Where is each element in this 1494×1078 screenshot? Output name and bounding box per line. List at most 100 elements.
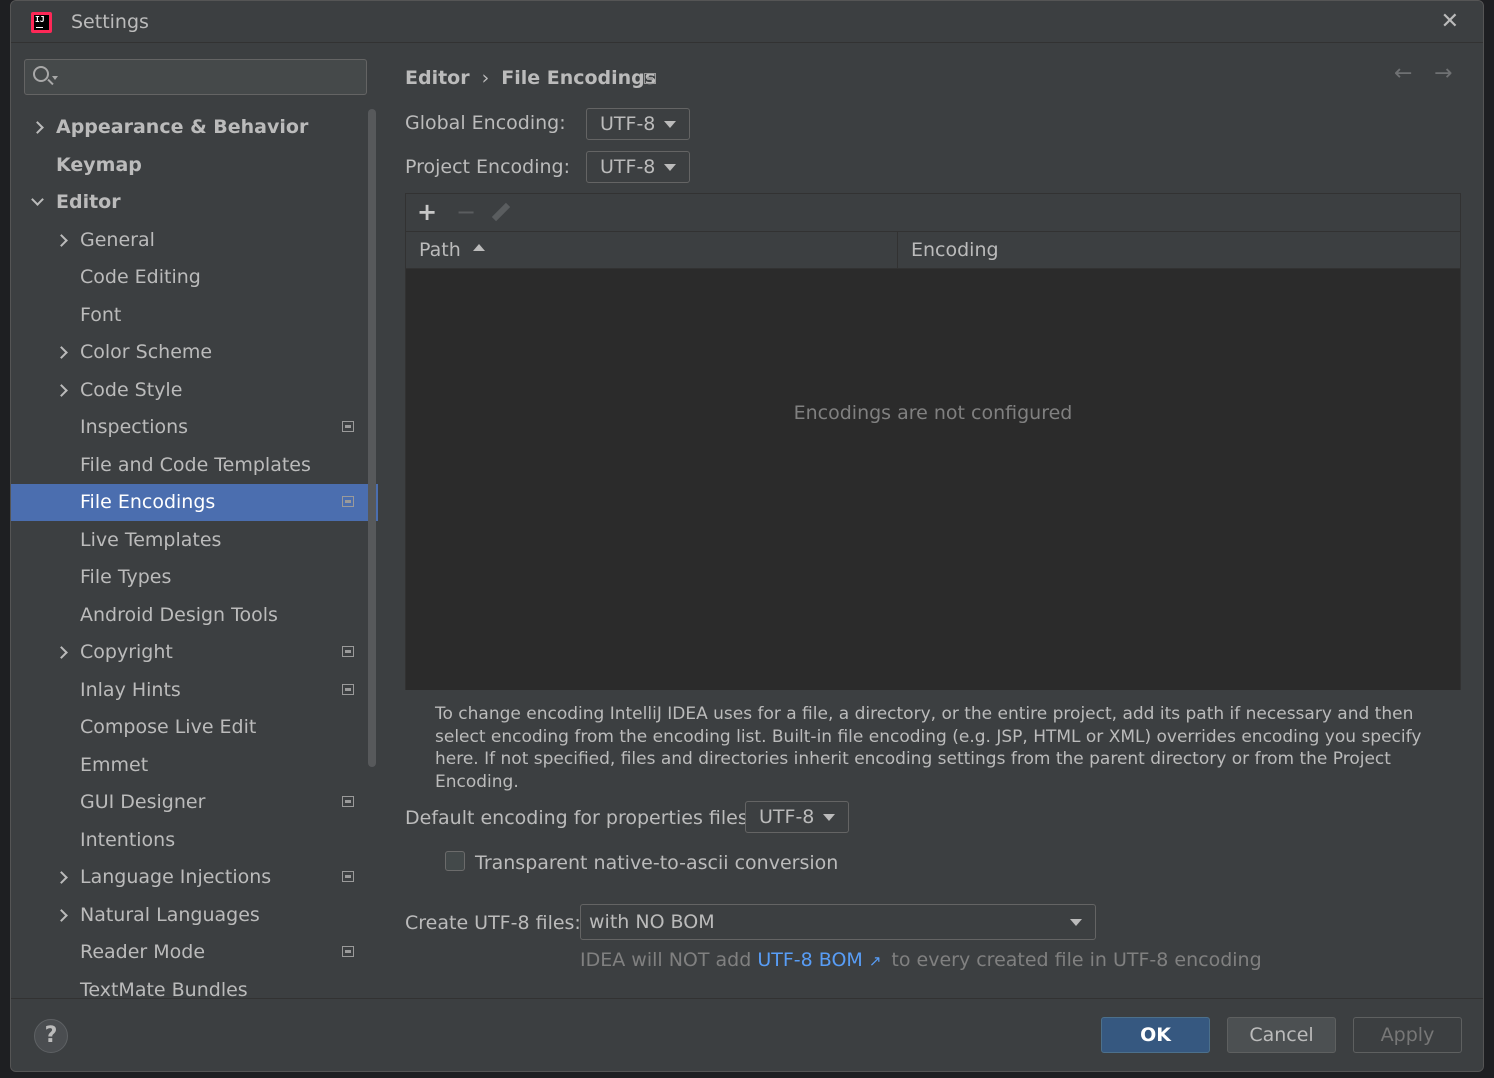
breadcrumb-current: File Encodings	[501, 67, 657, 89]
project-scope-icon	[342, 646, 354, 657]
sidebar-item-code-editing[interactable]: Code Editing	[11, 259, 378, 296]
sidebar-item-keymap[interactable]: Keymap	[11, 147, 378, 184]
chevron-down-icon	[1070, 919, 1082, 926]
table-header: Path Encoding	[406, 232, 1460, 269]
native-to-ascii-checkbox[interactable]	[445, 851, 465, 871]
sidebar-scrollbar-thumb[interactable]	[368, 109, 376, 767]
sidebar-item-label: General	[80, 228, 155, 251]
sidebar-item-general[interactable]: General	[11, 222, 378, 259]
project-encoding-label: Project Encoding:	[405, 156, 571, 178]
sidebar-item-label: GUI Designer	[80, 791, 206, 813]
sidebar-item-live-templates[interactable]: Live Templates	[11, 522, 378, 559]
remove-icon[interactable]: −	[452, 198, 480, 226]
sidebar-item-language-injections[interactable]: Language Injections	[11, 859, 378, 896]
chevron-right-icon[interactable]	[55, 383, 68, 397]
global-encoding-label: Global Encoding:	[405, 112, 566, 134]
project-encoding-select[interactable]: UTF-8	[586, 151, 690, 183]
project-scope-icon	[644, 73, 656, 84]
sidebar-item-label: Reader Mode	[80, 941, 206, 963]
close-icon[interactable]: ✕	[1441, 9, 1459, 34]
sidebar-item-gui-designer[interactable]: GUI Designer	[11, 784, 378, 821]
create-utf8-select[interactable]: with NO BOM	[580, 904, 1096, 940]
sidebar-item-label: Code Editing	[80, 266, 201, 288]
settings-dialog: IJ Settings ✕ Appearance & Behavior Keyma…	[10, 0, 1484, 1072]
breadcrumb: Editor › File Encodings	[405, 67, 656, 89]
add-icon[interactable]: +	[413, 198, 441, 226]
sidebar-item-label: Emmet	[80, 753, 149, 776]
chevron-down-icon	[664, 164, 676, 171]
chevron-right-icon[interactable]	[55, 233, 68, 247]
sort-ascending-icon	[472, 244, 485, 251]
properties-encoding-value: UTF-8	[759, 806, 815, 828]
forward-arrow-icon[interactable]: →	[1434, 61, 1452, 86]
properties-encoding-label: Default encoding for properties files:	[405, 807, 755, 829]
chevron-right-icon[interactable]	[55, 346, 68, 359]
sidebar-item-android-design-tools[interactable]: Android Design Tools	[11, 597, 378, 634]
sidebar-item-editor[interactable]: Editor	[11, 184, 378, 221]
ok-button[interactable]: OK	[1101, 1017, 1210, 1053]
sidebar-item-label: Color Scheme	[80, 341, 213, 363]
global-encoding-select[interactable]: UTF-8	[586, 108, 690, 140]
chevron-right-icon[interactable]	[31, 121, 44, 134]
sidebar-item-file-encodings[interactable]: File Encodings	[11, 484, 378, 521]
column-header-path[interactable]: Path	[406, 232, 898, 269]
sidebar-item-compose-live-edit[interactable]: Compose Live Edit	[11, 709, 378, 746]
encoding-help-text: To change encoding IntelliJ IDEA uses fo…	[435, 704, 1422, 792]
sidebar-item-emmet[interactable]: Emmet	[11, 747, 378, 784]
chevron-down-icon[interactable]	[31, 193, 44, 206]
sidebar-item-intentions[interactable]: Intentions	[11, 822, 378, 859]
sidebar-item-label: Appearance & Behavior	[56, 116, 309, 138]
sidebar-item-inlay-hints[interactable]: Inlay Hints	[11, 672, 378, 709]
cancel-button[interactable]: Cancel	[1227, 1017, 1336, 1053]
chevron-down-icon	[823, 814, 835, 821]
project-scope-icon	[342, 871, 354, 882]
sidebar-item-copyright[interactable]: Copyright	[11, 634, 378, 671]
search-icon	[33, 66, 49, 82]
sidebar-item-appearance-behavior[interactable]: Appearance & Behavior	[11, 109, 378, 146]
sidebar-item-file-and-code-templates[interactable]: File and Code Templates	[11, 447, 378, 484]
properties-encoding-select[interactable]: UTF-8	[745, 801, 849, 833]
sidebar-item-label: Font	[80, 303, 122, 326]
project-encoding-value: UTF-8	[600, 156, 656, 178]
sidebar-item-label: Copyright	[80, 641, 173, 663]
settings-sidebar: Appearance & Behavior Keymap Editor General…	[11, 43, 378, 1001]
encoding-mappings-table: + − Path Encoding Encodings are not conf…	[405, 193, 1461, 690]
sidebar-item-inspections[interactable]: Inspections	[11, 409, 378, 446]
breadcrumb-separator: ›	[481, 67, 490, 89]
column-header-encoding[interactable]: Encoding	[898, 232, 999, 269]
back-arrow-icon[interactable]: ←	[1394, 61, 1412, 86]
chevron-right-icon[interactable]	[55, 646, 68, 659]
create-utf8-label: Create UTF-8 files:	[405, 912, 581, 934]
apply-button[interactable]: Apply	[1353, 1017, 1462, 1053]
sidebar-item-code-style[interactable]: Code Style	[11, 372, 378, 409]
bom-hint: IDEA will NOT add UTF-8 BOM ↗ to every cre…	[580, 949, 1262, 971]
sidebar-item-font[interactable]: Font	[11, 297, 378, 334]
sidebar-item-reader-mode[interactable]: Reader Mode	[11, 934, 378, 971]
search-history-dropdown-icon[interactable]	[52, 76, 58, 80]
sidebar-item-label: Compose Live Edit	[80, 716, 257, 738]
utf8-bom-link[interactable]: UTF-8 BOM	[757, 949, 862, 971]
sidebar-item-color-scheme[interactable]: Color Scheme	[11, 334, 378, 371]
help-button[interactable]: ?	[34, 1019, 68, 1053]
external-link-icon: ↗	[868, 952, 882, 970]
chevron-right-icon[interactable]	[55, 908, 68, 922]
sidebar-item-label: Inspections	[80, 416, 189, 438]
global-encoding-value: UTF-8	[600, 113, 656, 135]
create-utf8-value: with NO BOM	[589, 911, 715, 933]
sidebar-item-label: Editor	[56, 191, 121, 213]
dialog-footer: ? OK Cancel Apply	[11, 998, 1483, 1071]
sidebar-item-label: Code Style	[80, 378, 183, 401]
native-to-ascii-label[interactable]: Transparent native-to-ascii conversion	[475, 852, 838, 874]
settings-search-input[interactable]	[24, 59, 367, 95]
chevron-down-icon	[664, 121, 676, 128]
sidebar-item-label: File Encodings	[80, 491, 216, 513]
sidebar-item-label: File Types	[80, 566, 172, 588]
bom-hint-suffix: to every created file in UTF-8 encoding	[891, 949, 1262, 971]
sidebar-item-file-types[interactable]: File Types	[11, 559, 378, 596]
chevron-right-icon[interactable]	[55, 871, 68, 884]
breadcrumb-editor[interactable]: Editor	[405, 67, 470, 89]
table-body: Encodings are not configured	[406, 269, 1460, 690]
sidebar-item-natural-languages[interactable]: Natural Languages	[11, 897, 378, 934]
sidebar-item-label: Keymap	[56, 153, 142, 176]
edit-icon[interactable]	[491, 202, 511, 222]
